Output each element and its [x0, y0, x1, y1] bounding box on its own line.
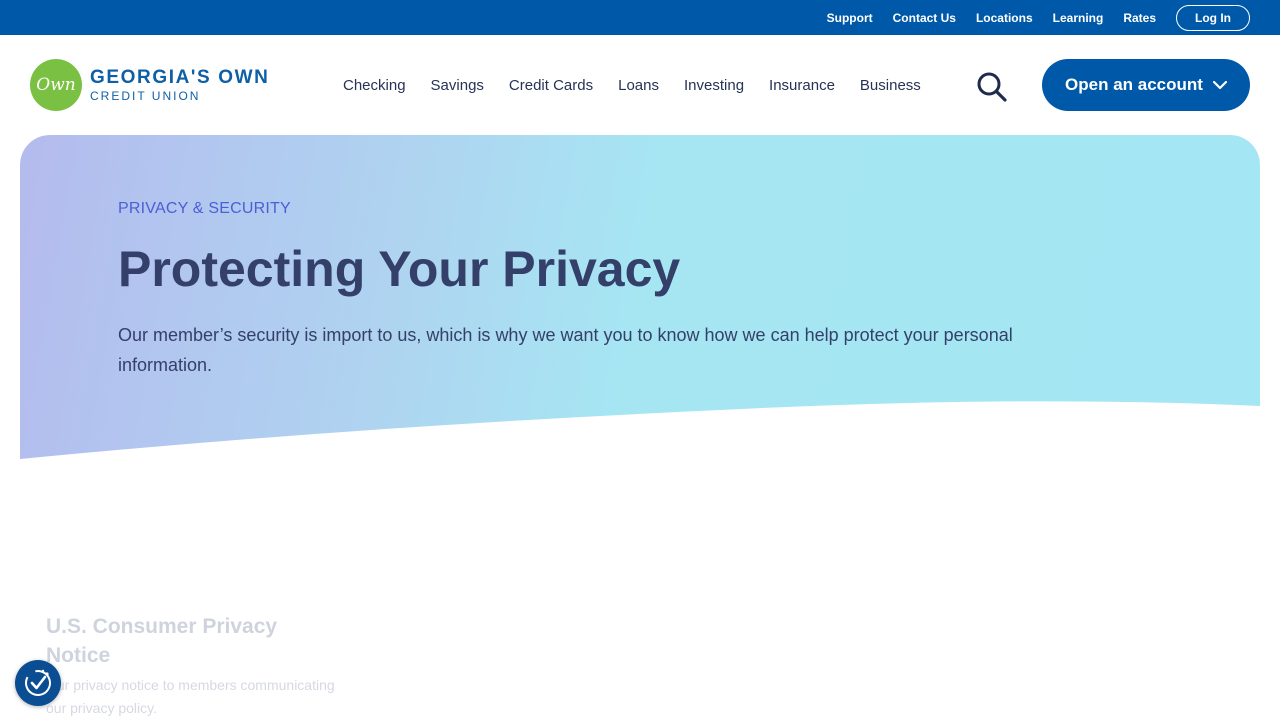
logo-wordmark: GEORGIA'S OWN CREDIT UNION	[90, 68, 269, 102]
card-description: Our privacy notice to members communicat…	[46, 677, 335, 716]
logo[interactable]: Own GEORGIA'S OWN CREDIT UNION	[30, 59, 269, 111]
logo-line-1: GEORGIA'S OWN	[90, 67, 270, 88]
nav-item-investing[interactable]: Investing	[684, 77, 744, 94]
hero-eyebrow: PRIVACY & SECURITY	[118, 200, 291, 217]
primary-nav: Checking Savings Credit Cards Loans Inve…	[343, 35, 921, 135]
main-header: Own GEORGIA'S OWN CREDIT UNION Checking …	[0, 35, 1280, 135]
nav-item-savings[interactable]: Savings	[431, 77, 484, 94]
nav-item-checking[interactable]: Checking	[343, 77, 406, 94]
nav-item-credit-cards[interactable]: Credit Cards	[509, 77, 593, 94]
login-button[interactable]: Log In	[1176, 4, 1250, 31]
nav-item-loans[interactable]: Loans	[618, 77, 659, 94]
nav-item-business[interactable]: Business	[860, 77, 921, 94]
utility-links: Support Contact Us Locations Learning Ra…	[807, 0, 1250, 35]
logo-line-2: CREDIT UNION	[90, 89, 201, 103]
card-title[interactable]: U.S. Consumer Privacy Notice	[46, 612, 336, 670]
open-account-button[interactable]: Open an account	[1042, 59, 1250, 111]
locations-link[interactable]: Locations	[976, 11, 1033, 25]
support-link[interactable]: Support	[827, 11, 873, 25]
open-account-label: Open an account	[1065, 75, 1203, 94]
rates-link[interactable]: Rates	[1123, 11, 1156, 25]
nav-item-insurance[interactable]: Insurance	[769, 77, 835, 94]
privacy-notice-card[interactable]: U.S. Consumer Privacy Notice Our privacy…	[46, 612, 336, 720]
learning-link[interactable]: Learning	[1053, 11, 1104, 25]
accessibility-icon[interactable]	[15, 660, 61, 706]
search-icon[interactable]	[976, 71, 1008, 103]
utility-bar: Support Contact Us Locations Learning Ra…	[0, 0, 1280, 35]
logo-mark: Own	[30, 59, 82, 111]
contact-us-link[interactable]: Contact Us	[893, 11, 956, 25]
hero-description: Our member’s security is import to us, w…	[118, 325, 1013, 375]
chevron-down-icon	[1212, 80, 1227, 89]
hero-banner: PRIVACY & SECURITY Protecting Your Priva…	[20, 135, 1260, 459]
page-title: Protecting Your Privacy	[118, 241, 681, 297]
